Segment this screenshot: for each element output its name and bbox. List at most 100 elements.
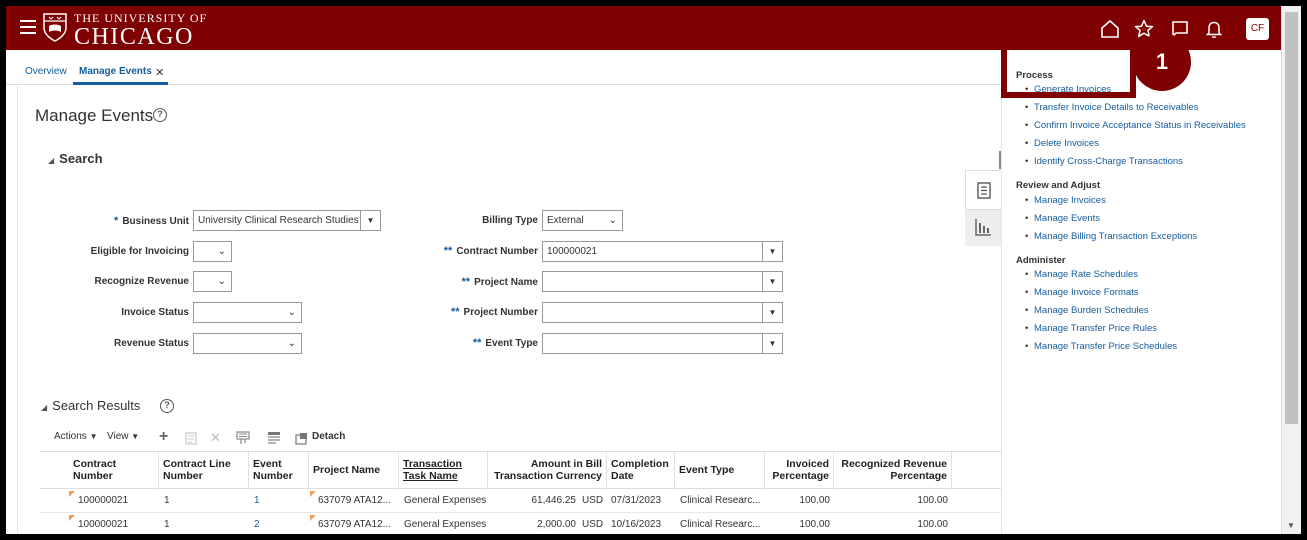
cell-task-name: General Expenses xyxy=(404,495,487,506)
business-unit-value: University Clinical Research Studies xyxy=(198,215,359,226)
recognize-revenue-label: Recognize Revenue xyxy=(94,276,189,287)
column-header-invoiced[interactable]: Invoiced Percentage xyxy=(765,452,834,490)
dropdown-triangle-icon[interactable]: ▼ xyxy=(762,272,782,291)
business-unit-select[interactable]: University Clinical Research Studies ▼ xyxy=(193,210,381,231)
split-icon[interactable] xyxy=(236,431,250,445)
chevron-down-icon: ⌄ xyxy=(217,246,226,257)
table-row[interactable]: 100000021 1 1 637079 ATA12... General Ex… xyxy=(40,489,1002,513)
event-type-input[interactable]: ▼ xyxy=(542,333,783,354)
help-icon[interactable]: ? xyxy=(153,108,167,122)
bar-chart-icon xyxy=(975,219,991,236)
view-menu[interactable]: View ▼ xyxy=(107,431,139,442)
freeze-icon[interactable] xyxy=(267,431,281,445)
column-header-event-number[interactable]: Event Number xyxy=(249,452,309,490)
task-link-manage-billing-exceptions[interactable]: Manage Billing Transaction Exceptions xyxy=(1025,231,1197,242)
task-link-manage-invoices[interactable]: Manage Invoices xyxy=(1025,195,1106,206)
cell-amount: 61,446.25 xyxy=(531,495,577,506)
app-window: THE UNIVERSITY OF CHICAGO CF Overview Ma… xyxy=(6,6,1301,534)
invoice-status-select[interactable]: ⌄ xyxy=(193,302,302,323)
billing-type-value: External xyxy=(547,215,584,226)
task-link-delete-invoices[interactable]: Delete Invoices xyxy=(1025,138,1099,149)
page-title: Manage Events xyxy=(35,106,154,125)
task-link-manage-rate-schedules[interactable]: Manage Rate Schedules xyxy=(1025,269,1138,280)
tasks-panel: Process Generate Invoices Transfer Invoi… xyxy=(1001,50,1281,534)
dropdown-triangle-icon[interactable]: ▼ xyxy=(360,211,380,230)
user-avatar[interactable]: CF xyxy=(1246,18,1269,40)
table-header-row: Contract Number Contract Line Number Eve… xyxy=(40,451,1002,490)
project-name-input[interactable]: ▼ xyxy=(542,271,783,292)
revenue-status-select[interactable]: ⌄ xyxy=(193,333,302,354)
project-name-label: ** Project Name xyxy=(461,276,538,288)
column-header-task-name[interactable]: Transaction Task Name xyxy=(399,452,488,490)
callout-step-number: 1 xyxy=(1133,33,1191,91)
cell-project-name: 637079 ATA12... xyxy=(318,495,392,506)
tab-manage-events[interactable]: Manage Events xyxy=(79,66,152,77)
task-link-manage-invoice-formats[interactable]: Manage Invoice Formats xyxy=(1025,287,1139,298)
task-link-confirm-invoice-acceptance[interactable]: Confirm Invoice Acceptance Status in Rec… xyxy=(1025,120,1246,131)
task-link-manage-events[interactable]: Manage Events xyxy=(1025,213,1100,224)
cell-amount: 2,000.00 xyxy=(537,519,576,530)
contract-number-input[interactable]: 100000021 ▼ xyxy=(542,241,783,262)
cell-contract-number: 100000021 xyxy=(78,495,129,506)
actions-menu[interactable]: Actions ▼ xyxy=(54,431,98,442)
document-icon xyxy=(977,182,991,199)
search-section-header[interactable]: ◢ Search xyxy=(48,151,103,166)
cell-invoiced: 100.00 xyxy=(799,519,830,530)
revenue-status-label: Revenue Status xyxy=(113,338,189,349)
dropdown-triangle-icon[interactable]: ▼ xyxy=(762,242,782,261)
menu-icon[interactable] xyxy=(20,20,36,34)
column-header-contract-line[interactable]: Contract Line Number xyxy=(159,452,249,490)
task-link-manage-burden-schedules[interactable]: Manage Burden Schedules xyxy=(1025,305,1149,316)
cell-contract-line: 1 xyxy=(164,495,170,506)
main-content: Manage Events ? ◢ Search * Business Unit U… xyxy=(17,86,1002,534)
task-link-manage-transfer-price-rules[interactable]: Manage Transfer Price Rules xyxy=(1025,323,1157,334)
business-unit-label: * Business Unit xyxy=(114,215,189,227)
active-tab-indicator xyxy=(73,82,168,85)
cell-invoiced: 100.00 xyxy=(799,495,830,506)
column-header-contract-number[interactable]: Contract Number xyxy=(69,452,159,490)
cell-event-number-link[interactable]: 2 xyxy=(250,513,308,534)
cell-event-type: Clinical Researc... xyxy=(680,495,761,506)
brand-name[interactable]: THE UNIVERSITY OF CHICAGO xyxy=(74,11,207,50)
required-marker: * xyxy=(114,215,119,227)
dropdown-triangle-icon[interactable]: ▼ xyxy=(762,334,782,353)
cell-event-number-link[interactable]: 1 xyxy=(250,489,308,513)
column-header-project-name[interactable]: Project Name xyxy=(309,452,399,490)
cell-contract-line: 1 xyxy=(164,519,170,530)
task-link-transfer-invoice-details[interactable]: Transfer Invoice Details to Receivables xyxy=(1025,102,1198,113)
column-header-completion-date[interactable]: Completion Date xyxy=(607,452,675,490)
billing-type-select[interactable]: External ⌄ xyxy=(542,210,623,231)
scroll-down-arrow-icon[interactable]: ▼ xyxy=(1287,521,1295,530)
vertical-scrollbar[interactable]: ▼ xyxy=(1281,6,1301,534)
add-icon[interactable]: + xyxy=(159,428,168,446)
delete-icon[interactable]: ✕ xyxy=(210,430,221,446)
contract-number-label: ** Contract Number xyxy=(443,245,538,257)
table-row[interactable]: 100000021 1 2 637079 ATA12... General Ex… xyxy=(40,513,1002,534)
required-marker: ** xyxy=(450,306,460,318)
project-number-input[interactable]: ▼ xyxy=(542,302,783,323)
column-header-amount[interactable]: Amount in Bill Transaction Currency xyxy=(488,452,607,490)
eligible-invoicing-select[interactable]: ⌄ xyxy=(193,241,232,262)
analytics-panel-tab[interactable] xyxy=(965,210,1001,246)
tab-overview[interactable]: Overview xyxy=(25,66,67,77)
recognize-revenue-select[interactable]: ⌄ xyxy=(193,271,232,292)
column-header-event-type[interactable]: Event Type xyxy=(675,452,765,490)
dropdown-triangle-icon[interactable]: ▼ xyxy=(762,303,782,322)
task-link-manage-transfer-price-schedules[interactable]: Manage Transfer Price Schedules xyxy=(1025,341,1177,352)
brand-line-2: CHICAGO xyxy=(74,24,194,50)
home-icon[interactable] xyxy=(1100,19,1120,39)
required-marker: ** xyxy=(461,276,471,288)
detach-button[interactable]: Detach xyxy=(312,431,345,442)
help-icon[interactable]: ? xyxy=(160,399,174,413)
search-results-header[interactable]: ◢ Search Results xyxy=(41,398,140,413)
global-header: THE UNIVERSITY OF CHICAGO CF xyxy=(6,6,1281,50)
close-tab-icon[interactable]: ✕ xyxy=(155,66,164,79)
tasks-panel-tab[interactable] xyxy=(965,170,1001,210)
scrollbar-thumb[interactable] xyxy=(1285,12,1298,424)
edit-icon[interactable] xyxy=(185,432,197,445)
task-link-identify-cross-charge[interactable]: Identify Cross-Charge Transactions xyxy=(1025,156,1183,167)
tab-bar: Overview Manage Events ✕ xyxy=(6,50,1001,85)
column-header-recognized[interactable]: Recognized Revenue Percentage xyxy=(834,452,952,490)
bell-icon[interactable] xyxy=(1204,19,1224,39)
detach-icon[interactable] xyxy=(295,432,308,445)
